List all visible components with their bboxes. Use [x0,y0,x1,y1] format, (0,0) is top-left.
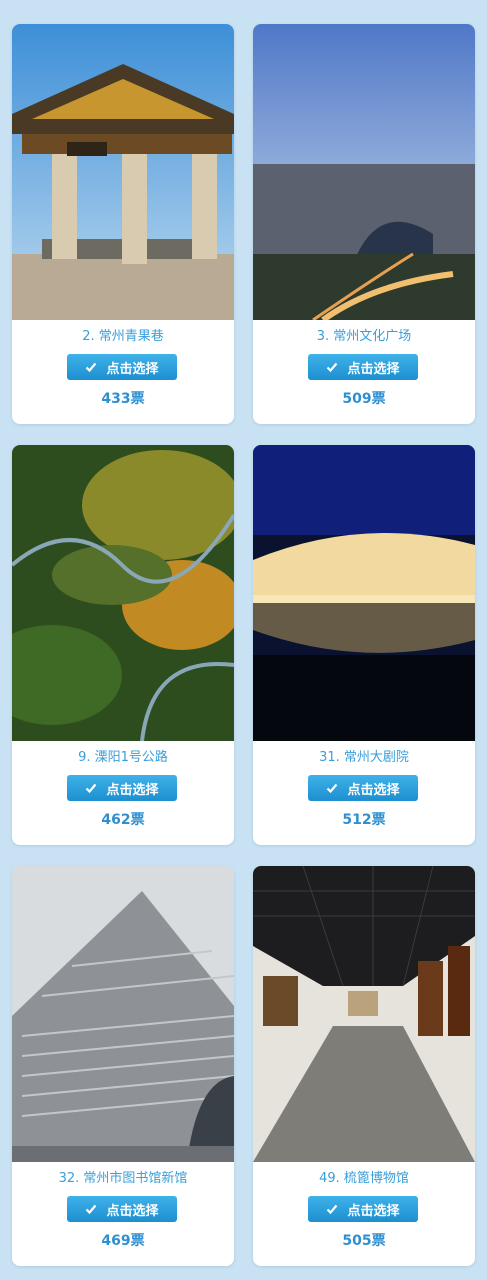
select-button-label: 点击选择 [347,361,400,377]
candidate-name: 9. 溧阳1号公路 [78,750,168,765]
vote-count: 469票 [101,1233,145,1249]
check-icon [327,783,338,794]
candidate-card: 49. 梳篦博物馆 点击选择 505票 [253,866,475,1266]
plaza-photo [253,24,475,320]
candidate-name: 2. 常州青果巷 [82,329,164,344]
select-button[interactable]: 点击选择 [308,354,418,380]
check-icon [327,362,338,373]
library-photo [12,866,234,1162]
vote-count: 433票 [101,391,145,407]
candidate-name: 31. 常州大剧院 [319,750,409,765]
select-button-label: 点击选择 [347,1203,400,1219]
vote-count: 512票 [342,812,386,828]
forest-road-photo [12,445,234,741]
candidate-photo-qingguoxiang[interactable] [12,24,234,320]
select-button-label: 点击选择 [106,1203,159,1219]
candidate-card: 3. 常州文化广场 点击选择 509票 [253,24,475,424]
select-button-label: 点击选择 [347,782,400,798]
vote-count: 505票 [342,1233,386,1249]
select-button[interactable]: 点击选择 [308,775,418,801]
candidate-card: 9. 溧阳1号公路 点击选择 462票 [12,445,234,845]
select-button[interactable]: 点击选择 [67,354,177,380]
theatre-photo [253,445,475,741]
candidate-name: 3. 常州文化广场 [316,329,412,344]
check-icon [327,1204,338,1215]
select-button-label: 点击选择 [106,361,159,377]
museum-corridor-photo [253,866,475,1162]
check-icon [86,783,97,794]
vote-count: 462票 [101,812,145,828]
candidate-photo-library[interactable] [12,866,234,1162]
candidate-card: 31. 常州大剧院 点击选择 512票 [253,445,475,845]
select-button-label: 点击选择 [106,782,159,798]
candidate-photo-liyang-road[interactable] [12,445,234,741]
select-button[interactable]: 点击选择 [67,1196,177,1222]
candidate-name: 49. 梳篦博物馆 [319,1171,409,1186]
candidate-grid: 2. 常州青果巷 点击选择 433票 3. 常州文化广场 点击选择 509票 9… [0,0,487,1280]
candidate-card: 32. 常州市图书馆新馆 点击选择 469票 [12,866,234,1266]
vote-count: 509票 [342,391,386,407]
candidate-photo-grand-theatre[interactable] [253,445,475,741]
archway-photo [12,24,234,320]
candidate-photo-comb-museum[interactable] [253,866,475,1162]
candidate-card: 2. 常州青果巷 点击选择 433票 [12,24,234,424]
check-icon [86,1204,97,1215]
select-button[interactable]: 点击选择 [308,1196,418,1222]
select-button[interactable]: 点击选择 [67,775,177,801]
candidate-photo-culture-plaza[interactable] [253,24,475,320]
check-icon [86,362,97,373]
candidate-name: 32. 常州市图书馆新馆 [58,1171,188,1186]
